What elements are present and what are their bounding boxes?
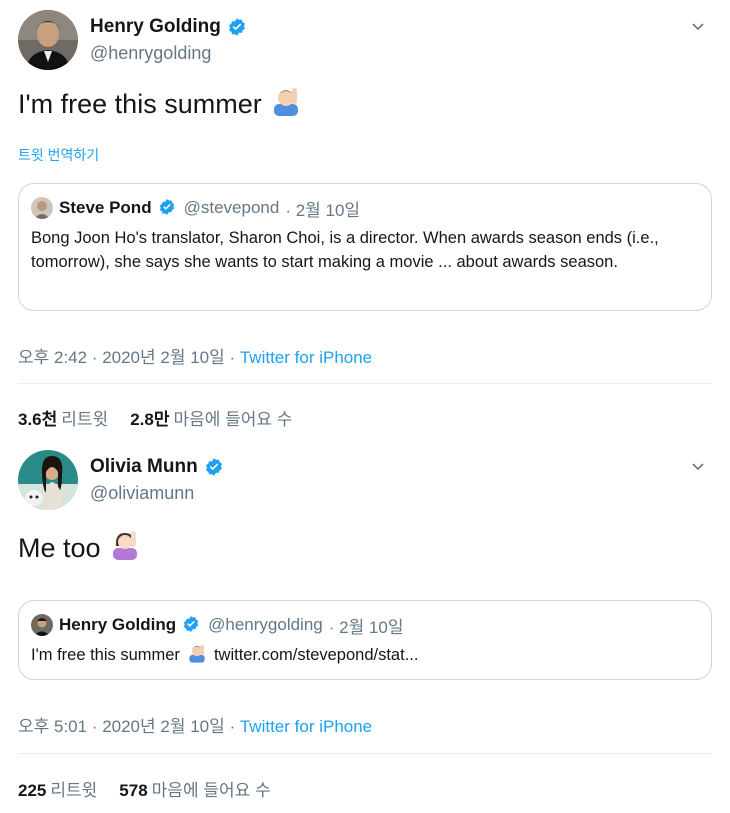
quoted-tweet[interactable]: Steve Pond @stevepond · 2월 10일 Bong Joon… bbox=[18, 183, 712, 311]
chevron-down-icon[interactable] bbox=[690, 458, 706, 474]
tweet-header: Olivia Munn @oliviamunn bbox=[18, 450, 712, 510]
quote-display-name: Henry Golding bbox=[59, 615, 177, 634]
retweets-stat[interactable]: 3.6천 리트윗 bbox=[18, 405, 108, 430]
verified-badge-icon bbox=[227, 17, 247, 37]
handle[interactable]: @henrygolding bbox=[90, 43, 211, 64]
chevron-down-icon[interactable] bbox=[690, 18, 706, 34]
retweets-stat[interactable]: 225 리트윗 bbox=[18, 776, 97, 801]
quoted-tweet[interactable]: Henry Golding @henrygolding · 2월 10일 I'm… bbox=[18, 600, 712, 680]
quote-handle: @henrygolding bbox=[208, 615, 323, 634]
quote-body: Bong Joon Ho's translator, Sharon Choi, … bbox=[31, 229, 659, 271]
likes-stat[interactable]: 578 마음에 들어요 수 bbox=[119, 776, 270, 801]
tweet-text: I'm free this summer bbox=[18, 86, 300, 123]
likes-stat[interactable]: 2.8만 마음에 들어요 수 bbox=[130, 405, 292, 430]
quote-display-name: Steve Pond bbox=[59, 198, 152, 217]
tweet: Olivia Munn @oliviamunn Me too Henry Gol… bbox=[0, 440, 730, 813]
likes-count: 578 bbox=[119, 781, 148, 800]
tweet: Henry Golding @henrygolding I'm free thi… bbox=[0, 0, 730, 430]
tweet-source-link[interactable]: Twitter for iPhone bbox=[240, 348, 372, 367]
quote-avatar bbox=[31, 614, 53, 636]
quote-date: · 2월 10일 bbox=[328, 617, 404, 637]
woman-raising-hand-emoji bbox=[111, 530, 139, 567]
person-raising-hand-emoji bbox=[188, 643, 206, 668]
likes-label: 마음에 들어요 수 bbox=[151, 781, 271, 800]
handle[interactable]: @oliviamunn bbox=[90, 483, 194, 504]
display-name[interactable]: Olivia Munn bbox=[90, 456, 198, 478]
quote-link[interactable]: twitter.com/stevepond/stat... bbox=[214, 646, 419, 665]
tweet-stats: 225 리트윗 578 마음에 들어요 수 bbox=[18, 776, 271, 801]
tweet-text: Me too bbox=[18, 530, 139, 567]
retweets-count: 3.6천 bbox=[18, 410, 58, 429]
avatar[interactable] bbox=[18, 10, 78, 70]
tweet-header: Henry Golding @henrygolding bbox=[18, 10, 712, 70]
retweets-label: 리트윗 bbox=[61, 410, 109, 429]
translate-tweet-link[interactable]: 트윗 번역하기 bbox=[18, 145, 99, 165]
tweet-time[interactable]: 오후 2:42 · 2020년 2월 10일 · bbox=[18, 348, 240, 367]
verified-badge-icon bbox=[204, 457, 224, 477]
quote-date: · 2월 10일 bbox=[285, 200, 361, 220]
tweet-source-link[interactable]: Twitter for iPhone bbox=[240, 717, 372, 736]
tweet-timestamp: 오후 5:01 · 2020년 2월 10일 · Twitter for iPh… bbox=[18, 712, 372, 737]
quote-handle: @stevepond bbox=[183, 198, 280, 217]
tweet-stats: 3.6천 리트윗 2.8만 마음에 들어요 수 bbox=[18, 405, 292, 430]
tweet-text-content: I'm free this summer bbox=[18, 89, 262, 119]
retweets-count: 225 bbox=[18, 781, 47, 800]
avatar[interactable] bbox=[18, 450, 78, 510]
divider bbox=[18, 383, 712, 384]
retweets-label: 리트윗 bbox=[50, 781, 98, 800]
likes-count: 2.8만 bbox=[130, 410, 170, 429]
tweet-text-content: Me too bbox=[18, 533, 101, 563]
person-raising-hand-emoji bbox=[272, 86, 300, 123]
quote-body-text: I'm free this summer bbox=[31, 646, 180, 664]
likes-label: 마음에 들어요 수 bbox=[173, 410, 293, 429]
display-name[interactable]: Henry Golding bbox=[90, 16, 221, 38]
verified-badge-icon bbox=[182, 615, 202, 635]
tweet-time[interactable]: 오후 5:01 · 2020년 2월 10일 · bbox=[18, 717, 240, 736]
verified-badge-icon bbox=[158, 198, 178, 218]
quote-body: I'm free this summer twitter.com/stevepo… bbox=[31, 643, 699, 668]
tweet-timestamp: 오후 2:42 · 2020년 2월 10일 · Twitter for iPh… bbox=[18, 343, 372, 368]
divider bbox=[18, 753, 712, 754]
quote-avatar bbox=[31, 197, 53, 219]
